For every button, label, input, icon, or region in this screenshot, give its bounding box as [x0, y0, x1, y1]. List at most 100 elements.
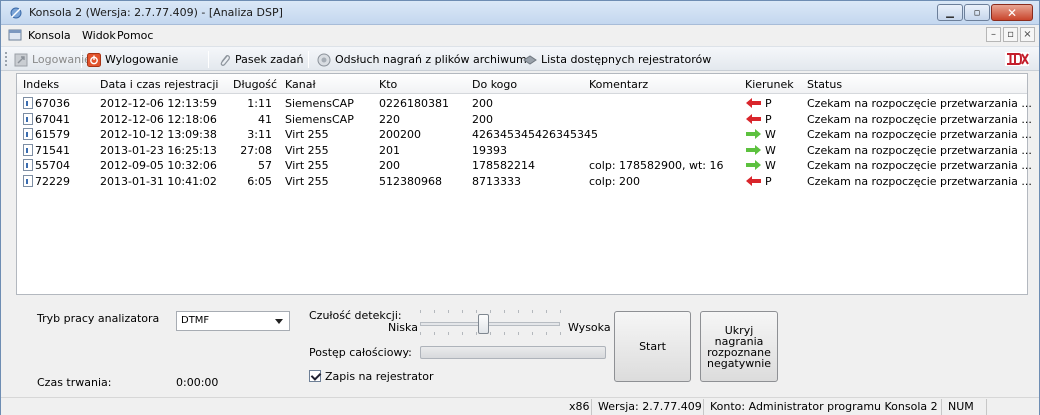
cell-length: 27:08: [240, 144, 272, 157]
minimize-button[interactable]: ▁: [937, 4, 963, 21]
cell-comment: colp: 178582900, wt: 16: [589, 159, 724, 172]
cell-direction-text: P: [765, 97, 772, 110]
status-bar: x86 Wersja: 2.7.77.409 Konto: Administra…: [1, 397, 1039, 415]
cell-datetime-text: 2012-12-06 12:13:59: [100, 97, 217, 110]
cell-length: 3:11: [247, 128, 272, 141]
cell-index: 55704: [23, 159, 70, 172]
taskbar-label: Pasek zadań: [235, 53, 304, 66]
column-header-comment[interactable]: Komentarz: [589, 78, 648, 91]
mode-select[interactable]: DTMF: [176, 311, 290, 331]
mdi-close-button[interactable]: ×: [1020, 27, 1035, 42]
cell-index: 67036: [23, 97, 70, 110]
cell-index: 61579: [23, 128, 70, 141]
cell-index-text: 67041: [35, 112, 70, 126]
table-row[interactable]: 55704 2012-09-05 10:32:06 57 Virt 255 200 178…: [17, 158, 1032, 174]
table-row[interactable]: 72229 2013-01-31 10:41:02 6:05 Virt 255 5123…: [17, 174, 1032, 190]
close-button[interactable]: ✕: [991, 4, 1033, 21]
mode-label: Tryb pracy analizatora: [37, 312, 160, 325]
cell-who-text: 512380968: [379, 174, 442, 188]
cell-channel: SiemensCAP: [285, 97, 354, 110]
column-header-indeks[interactable]: Indeks: [23, 78, 59, 91]
cell-to-text: 19393: [472, 143, 507, 157]
cell-length: 1:11: [247, 97, 272, 110]
table-row[interactable]: 61579 2012-10-12 13:09:38 3:11 Virt 255 2002…: [17, 127, 1032, 143]
cell-datetime: 2012-10-12 13:09:38: [100, 128, 217, 141]
column-header-channel[interactable]: Kanał: [285, 78, 316, 91]
arrow-right-icon: [746, 144, 761, 155]
cell-to-text: 178582214: [472, 159, 535, 172]
status-version: Wersja: 2.7.77.409: [591, 399, 702, 415]
cell-datetime-text: 2013-01-31 10:41:02: [100, 174, 217, 188]
cell-who: 220: [379, 113, 400, 126]
start-button[interactable]: Start: [614, 311, 691, 382]
cell-direction-text: P: [765, 112, 772, 126]
menu-pomoc[interactable]: Pomoc: [117, 29, 153, 42]
maximize-button[interactable]: ▫: [964, 4, 990, 21]
maximize-icon: ▫: [973, 7, 981, 18]
logout-button[interactable]: Wylogowanie: [87, 52, 178, 67]
cell-direction: P: [745, 97, 772, 110]
cell-index: 71541: [23, 143, 70, 157]
recorders-list-button[interactable]: Lista dostępnych rejestratorów: [523, 52, 711, 67]
window-controls: ▁ ▫ ✕: [936, 4, 1033, 22]
cell-direction-text: W: [765, 128, 776, 141]
sensitivity-high-label: Wysoka: [568, 321, 611, 334]
cell-to: 200: [472, 97, 493, 110]
sensitivity-slider-track[interactable]: [420, 322, 560, 326]
menu-bar: Konsola Widok Pomoc – ▫ ×: [1, 26, 1039, 45]
mdi-minimize-button[interactable]: –: [986, 27, 1001, 42]
status-account: Konto: Administrator programu Konsola 2: [703, 399, 938, 415]
menu-widok[interactable]: Widok: [82, 29, 116, 42]
cell-channel: Virt 255: [285, 159, 329, 172]
cell-datetime-text: 2012-10-12 13:09:38: [100, 128, 217, 141]
arrow-right-icon: [746, 160, 761, 170]
taskbar-button[interactable]: Pasek zadań: [217, 52, 303, 67]
table-row[interactable]: 71541 2013-01-23 16:25:13 27:08 Virt 255 201…: [17, 143, 1032, 159]
slider-ticks-bottom: [420, 332, 561, 336]
audio-file-icon: [23, 143, 33, 156]
save-to-recorder-label: Zapis na rejestrator: [325, 370, 434, 383]
table-row[interactable]: 67036 2012-12-06 12:13:59 1:11 SiemensCAP 02…: [17, 96, 1032, 112]
save-to-recorder-checkbox[interactable]: [309, 370, 321, 382]
recordings-list: Indeks Data i czas rejestracji Długość K…: [16, 73, 1032, 295]
cell-who-text: 220: [379, 112, 400, 126]
cell-datetime: 2013-01-31 10:41:02: [100, 175, 217, 188]
toolbar: Logowanie Wylogowanie Pasek zadań Odsłuc…: [1, 46, 1039, 71]
cell-status-text: Czekam na rozpoczęcie przetwarzania ...: [807, 143, 1032, 157]
menu-konsola[interactable]: Konsola: [28, 29, 71, 42]
column-header-datetime[interactable]: Data i czas rejestracji: [100, 78, 218, 91]
toolbar-grip[interactable]: [5, 52, 8, 66]
column-header-direction[interactable]: Kierunek: [745, 78, 794, 91]
slider-ticks-top: [420, 310, 561, 314]
cell-index-text: 72229: [35, 174, 70, 188]
logout-label: Wylogowanie: [105, 53, 179, 66]
table-row[interactable]: 67041 2012-12-06 12:18:06 41 SiemensCAP 220 2…: [17, 112, 1032, 128]
cell-status: Czekam na rozpoczęcie przetwarzania ...: [807, 144, 1032, 157]
hide-negative-button[interactable]: Ukryj nagrania rozpoznane negatywnie: [700, 311, 778, 382]
mdi-restore-button[interactable]: ▫: [1003, 27, 1018, 42]
cell-channel-text: SiemensCAP: [285, 97, 354, 110]
duration-label: Czas trwania:: [37, 376, 112, 389]
archive-playback-button[interactable]: Odsłuch nagrań z plików archiwum: [317, 52, 527, 67]
column-header-status[interactable]: Status: [807, 78, 842, 91]
cell-datetime: 2012-12-06 12:13:59: [100, 97, 217, 110]
arrow-left-icon: [746, 113, 761, 124]
column-header-length[interactable]: Długość: [233, 78, 277, 91]
sensitivity-slider-thumb[interactable]: [478, 314, 489, 334]
login-button[interactable]: Logowanie: [14, 52, 91, 67]
cell-channel-text: Virt 255: [285, 128, 329, 141]
cell-who-text: 0226180381: [379, 97, 449, 110]
column-header-who[interactable]: Kto: [379, 78, 397, 91]
minimize-icon: ▁: [946, 7, 954, 18]
arrow-left-icon: [746, 175, 761, 186]
cell-to: 178582214: [472, 159, 535, 172]
cell-status: Czekam na rozpoczęcie przetwarzania ...: [807, 175, 1032, 188]
column-header-to[interactable]: Do kogo: [472, 78, 517, 91]
cell-who-text: 201: [379, 143, 400, 157]
cell-channel: Virt 255: [285, 128, 329, 141]
mdi-controls: – ▫ ×: [984, 27, 1035, 42]
cell-who: 200200: [379, 128, 421, 141]
cell-comment: colp: 200: [589, 175, 640, 188]
cell-length-text: 3:11: [247, 128, 272, 141]
cell-channel: SiemensCAP: [285, 113, 354, 126]
